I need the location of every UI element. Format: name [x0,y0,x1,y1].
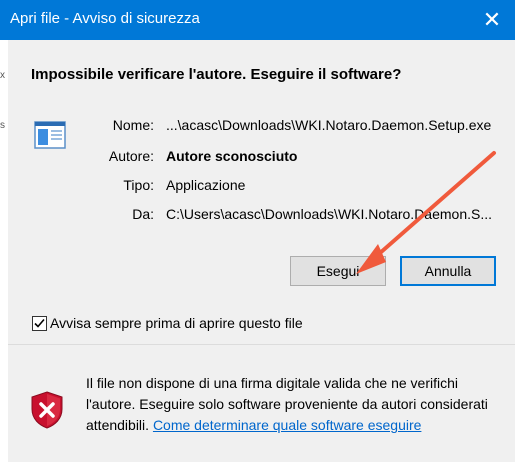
field-value-from: C:\Users\acasc\Downloads\WKI.Notaro.Daem… [166,206,493,222]
field-value-name: ...\acasc\Downloads\WKI.Notaro.Daemon.Se… [166,117,492,133]
section-divider [8,344,515,345]
close-icon[interactable]: ✕ [469,0,515,40]
field-label-name: Nome: [112,117,154,133]
security-shield-icon [31,391,63,429]
warning-headline: Impossibile verificare l'autore. Eseguir… [31,66,402,83]
edge-mark-s: s [0,120,5,131]
field-value-type: Applicazione [166,177,246,193]
cancel-button[interactable]: Annulla [400,256,496,286]
security-info-text: Il file non dispone di una firma digital… [86,373,496,436]
checkmark-icon [34,318,45,328]
always-warn-checkbox[interactable] [32,316,47,331]
help-link[interactable]: Come determinare quale software eseguire [153,417,421,433]
field-label-type: Tipo: [123,177,154,193]
run-button[interactable]: Esegui [290,256,386,286]
title-bar[interactable]: Apri file - Avviso di sicurezza ✕ [0,0,515,40]
field-value-publisher: Autore sconosciuto [166,148,298,164]
background-window-edge: x s [0,40,8,462]
window-title: Apri file - Avviso di sicurezza [10,10,200,27]
always-warn-label[interactable]: Avvisa sempre prima di aprire questo fil… [50,315,303,331]
field-label-from: Da: [132,206,154,222]
edge-mark-x: x [0,70,5,81]
field-label-publisher: Autore: [108,148,154,164]
